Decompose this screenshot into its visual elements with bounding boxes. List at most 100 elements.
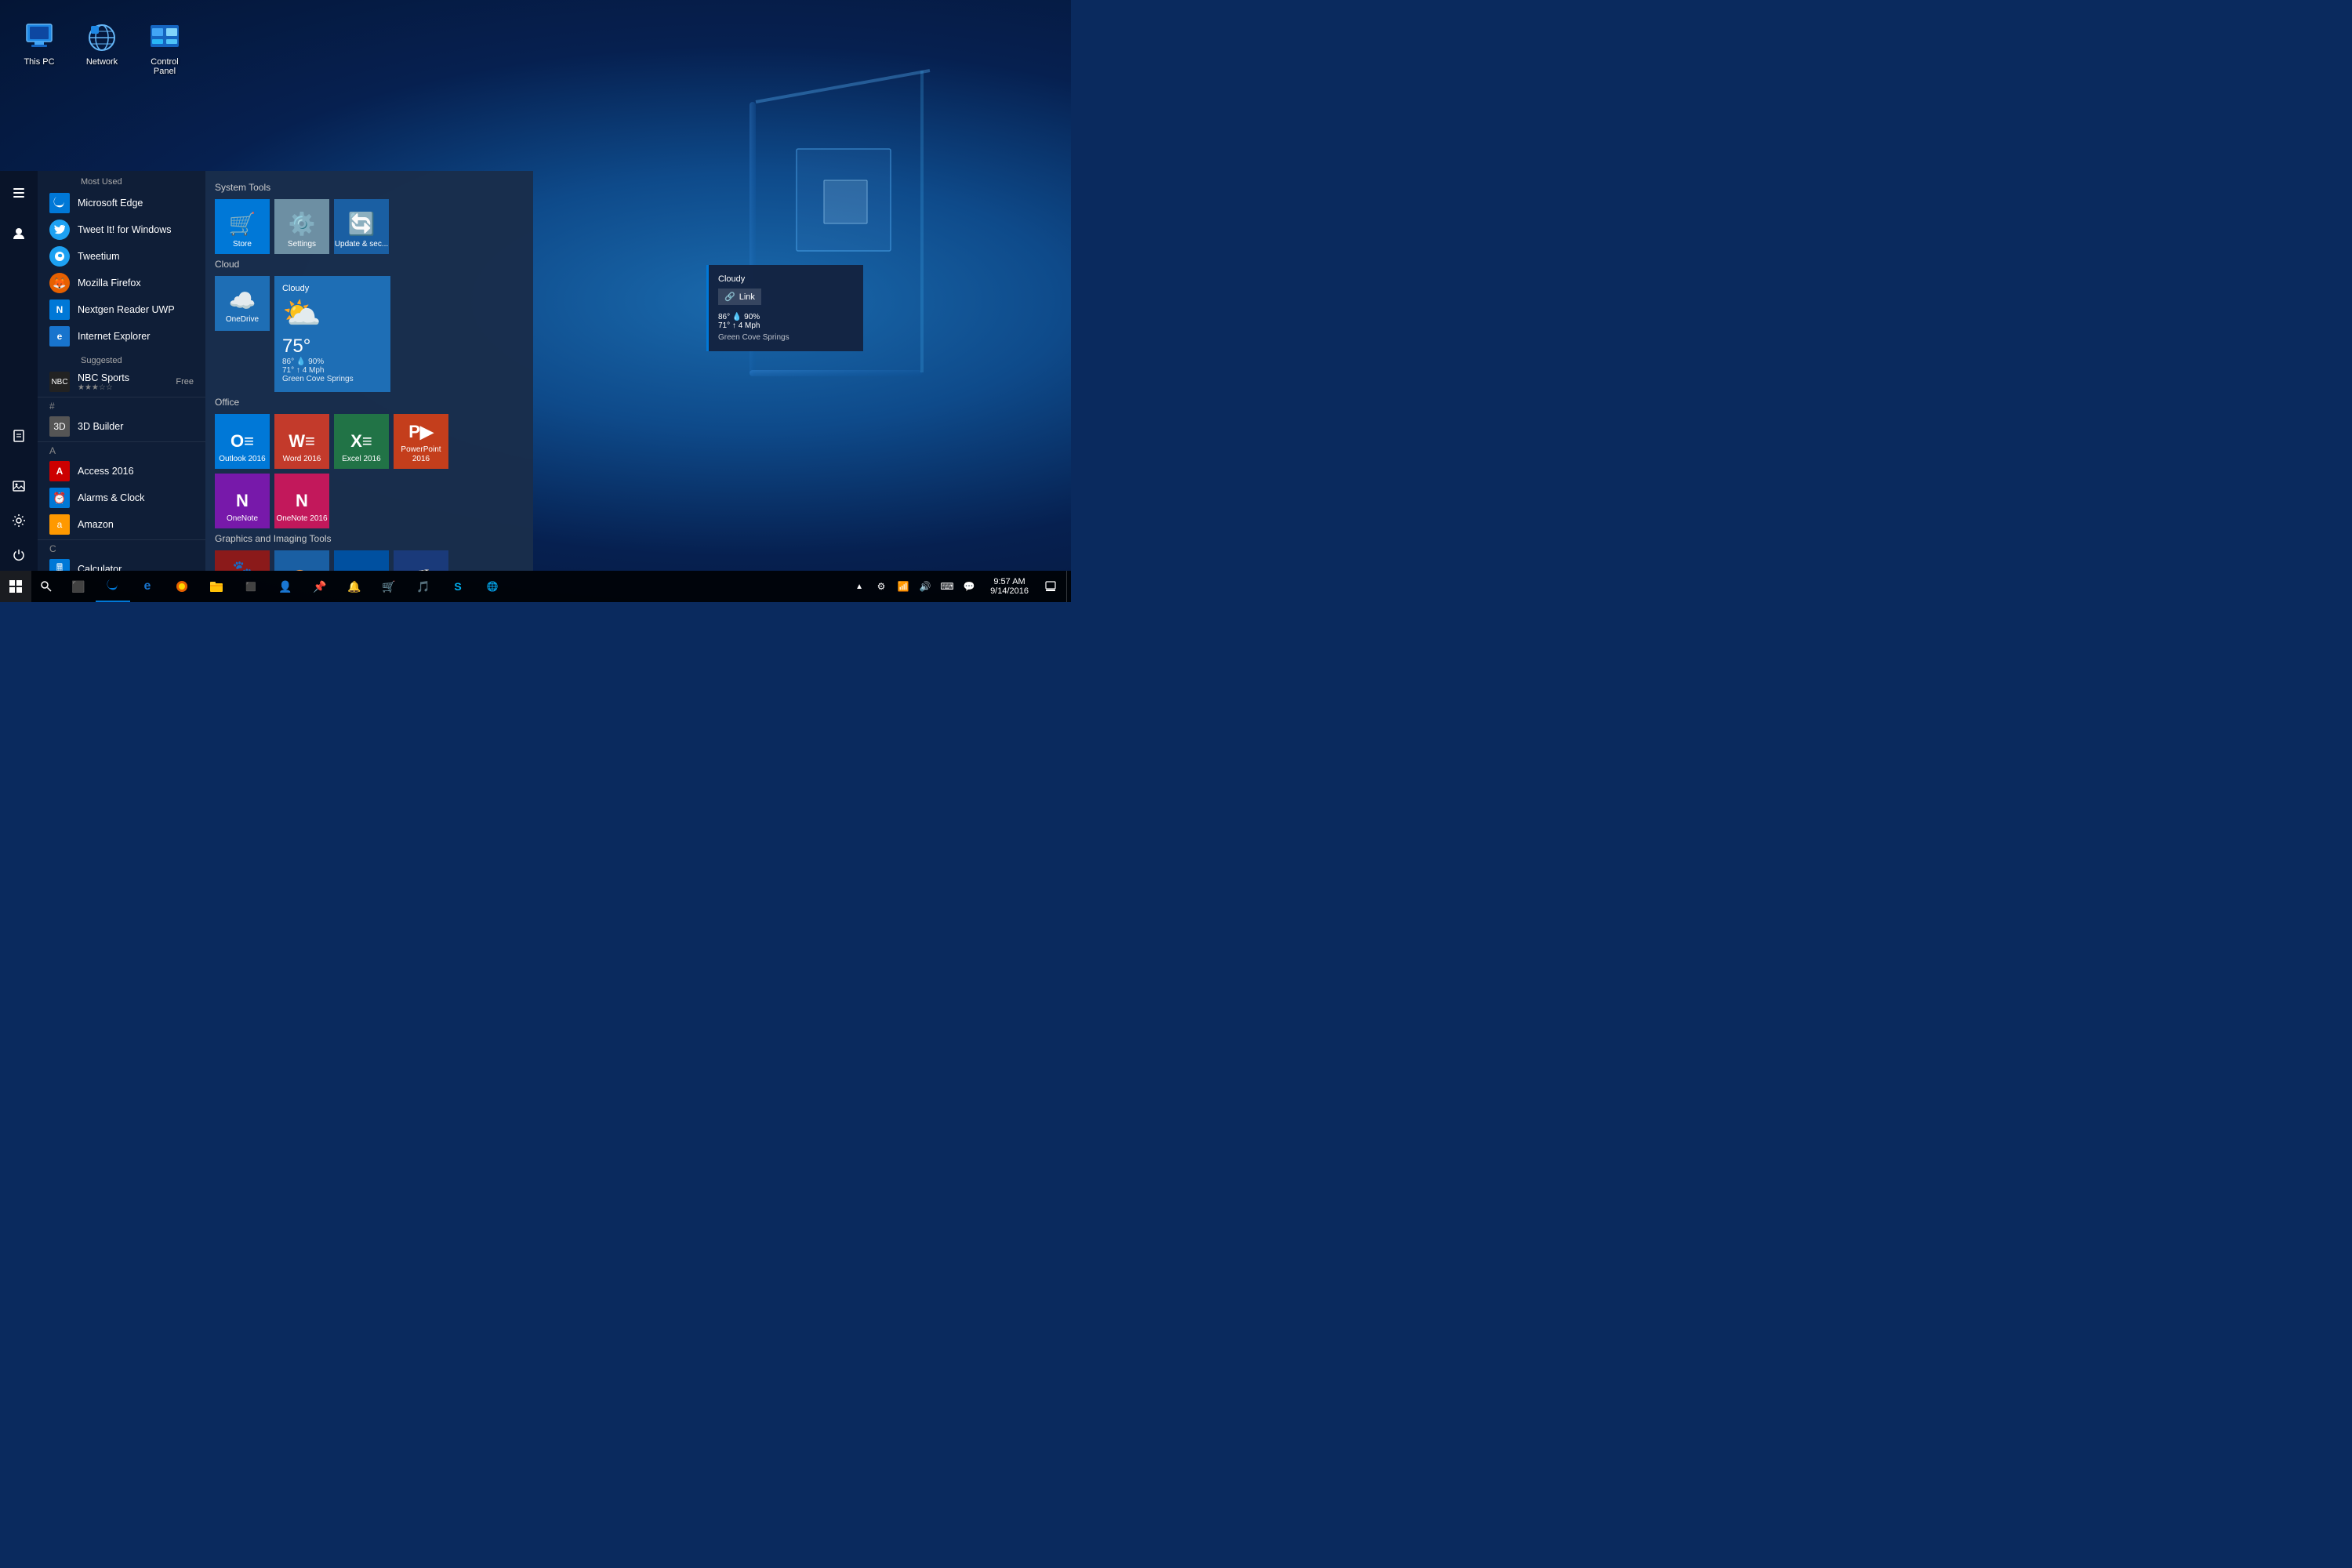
onenote-tile-icon: N [236,491,249,511]
user-icon-button[interactable] [2,218,36,249]
start-app-edge[interactable]: Microsoft Edge [38,190,205,216]
tweetium-app-label: Tweetium [78,251,120,262]
start-app-firefox[interactable]: 🦊 Mozilla Firefox [38,270,205,296]
taskbar-cmd[interactable]: ⬛ [234,571,268,602]
tray-network-icon[interactable]: 📶 [892,571,914,602]
3dbuilder-app-label: 3D Builder [78,421,123,432]
nextgen-app-icon: N [49,299,70,320]
alarms-app-icon: ⏰ [49,488,70,508]
tile-store[interactable]: 🛒 Store [215,199,270,254]
firefox-taskbar-icon [175,579,189,593]
start-app-alarms[interactable]: ⏰ Alarms & Clock [38,485,205,511]
word-tile-icon: W≡ [289,431,315,452]
taskbar-contacts[interactable]: 👤 [268,571,303,602]
documents-icon-button[interactable] [2,420,36,452]
start-app-nbc[interactable]: NBC NBC Sports ★★★☆☆ Free [38,368,205,395]
start-button[interactable] [0,571,31,602]
update-tile-icon: 🔄 [348,211,376,237]
tile-excel[interactable]: X≡ Excel 2016 [334,414,389,469]
start-app-access[interactable]: A Access 2016 [38,458,205,485]
tray-settings-icon[interactable]: ⚙ [870,571,892,602]
edge-app-label: Microsoft Edge [78,198,143,209]
tile-settings[interactable]: ⚙️ Settings [274,199,329,254]
tile-moviemaker[interactable]: 🎬 Movie Maker [394,550,448,571]
search-icon [40,580,53,593]
action-center-button[interactable] [1035,571,1066,602]
tile-onenote2016[interactable]: N OneNote 2016 [274,474,329,528]
alpha-hash: # [38,397,205,413]
start-app-ie[interactable]: e Internet Explorer [38,323,205,350]
3dbuilder-app-icon: 3D [49,416,70,437]
tray-balloon-icon[interactable]: 💬 [958,571,980,602]
task-view-button[interactable]: ⬛ [61,571,96,602]
popup-wind: 4 Mph [739,321,760,330]
desktop-icon-control-panel[interactable]: Control Panel [137,16,192,80]
taskbar-edge[interactable] [96,571,130,602]
tile-irfanview[interactable]: 🐾 IrfanView 64 4.42 [215,550,270,571]
taskbar-pinned-items: e ⬛ 👤 📌 🔔 🛒 🎵 S 🌐 [96,571,848,602]
action-center-icon [1045,581,1056,592]
word-tile-label: Word 2016 [283,455,321,464]
taskbar-firefox[interactable] [165,571,199,602]
start-app-nextgen[interactable]: N Nextgen Reader UWP [38,296,205,323]
taskbar-store-icon[interactable]: 🛒 [372,571,406,602]
taskbar-vpn[interactable]: 🌐 [475,571,510,602]
tile-update[interactable]: 🔄 Update & sec... [334,199,389,254]
taskbar-ie[interactable]: e [130,571,165,602]
start-app-3dbuilder[interactable]: 3D 3D Builder [38,413,205,440]
taskbar-clock[interactable]: 9:57 AM 9/14/2016 [984,571,1035,602]
desktop-icon-this-pc[interactable]: This PC [12,16,67,80]
pictures-icon-button[interactable] [2,470,36,502]
taskbar-skype[interactable]: S [441,571,475,602]
show-desktop-button[interactable] [1066,571,1071,602]
tile-onedrive[interactable]: ☁️ OneDrive [215,276,270,331]
desktop-icon-network[interactable]: Network [74,16,129,80]
taskbar-explorer[interactable] [199,571,234,602]
tile-word[interactable]: W≡ Word 2016 [274,414,329,469]
start-app-calculator[interactable]: 🖩 Calculator [38,556,205,571]
outlook-tile-icon: O≡ [230,431,254,452]
tile-weather[interactable]: Cloudy ⛅ 75° 86° 💧 90% 71° ↑ 4 Mph Green… [274,276,390,392]
office-row-1: O≡ Outlook 2016 W≡ Word 2016 X≡ Excel 20… [215,414,524,469]
alpha-a: A [38,441,205,458]
start-left-icons [0,171,38,571]
access-app-icon: A [49,461,70,481]
nbc-rating: ★★★☆☆ [78,383,176,392]
tile-paintnet[interactable]: 🎨 paint.net [274,550,329,571]
system-tools-row: 🛒 Store ⚙️ Settings 🔄 Update & sec... [215,199,524,254]
alpha-c: C [38,539,205,556]
tile-outlook[interactable]: O≡ Outlook 2016 [215,414,270,469]
start-app-tweetit[interactable]: Tweet It! for Windows [38,216,205,243]
taskbar-media[interactable]: 🎵 [406,571,441,602]
weather-icon: ⛅ [282,295,383,332]
most-used-label: Most used [38,171,205,190]
tile-photogallery[interactable]: 📷 Photo Gallery [334,550,389,571]
start-app-tweetium[interactable]: Tweetium [38,243,205,270]
desktop: This PC Network [0,0,1071,602]
popup-low: 71° [718,321,730,330]
tile-onenote[interactable]: N OneNote [215,474,270,528]
start-menu-tiles: System Tools 🛒 Store ⚙️ Settings 🔄 Updat… [205,171,533,571]
weather-popup: Cloudy 🔗 Link 86° 💧 90% 71° ↑ 4 Mph Gree… [706,265,863,351]
taskbar-notif[interactable]: 🔔 [337,571,372,602]
settings-icon-button[interactable] [2,505,36,536]
control-panel-icon [147,20,182,54]
tray-volume-icon[interactable]: 🔊 [914,571,936,602]
excel-tile-icon: X≡ [350,431,372,452]
start-app-amazon[interactable]: a Amazon [38,511,205,538]
onenote2016-tile-label: OneNote 2016 [276,514,327,524]
hamburger-menu-button[interactable] [2,177,36,209]
cortana-search-button[interactable] [31,571,61,602]
calculator-app-icon: 🖩 [49,559,70,571]
popup-link-button[interactable]: 🔗 Link [718,289,761,305]
ie-app-label: Internet Explorer [78,331,150,342]
tray-keyboard-icon[interactable]: ⌨ [936,571,958,602]
section-graphics-title: Graphics and Imaging Tools [215,533,524,544]
firefox-app-label: Mozilla Firefox [78,278,141,289]
tray-expand-button[interactable]: ▲ [848,571,870,602]
taskbar-pin1[interactable]: 📌 [303,571,337,602]
start-menu: Most used Microsoft Edge [0,171,533,571]
popup-condition: Cloudy [718,274,854,284]
power-icon-button[interactable] [2,539,36,571]
tile-powerpoint[interactable]: P▶ PowerPoint 2016 [394,414,448,469]
